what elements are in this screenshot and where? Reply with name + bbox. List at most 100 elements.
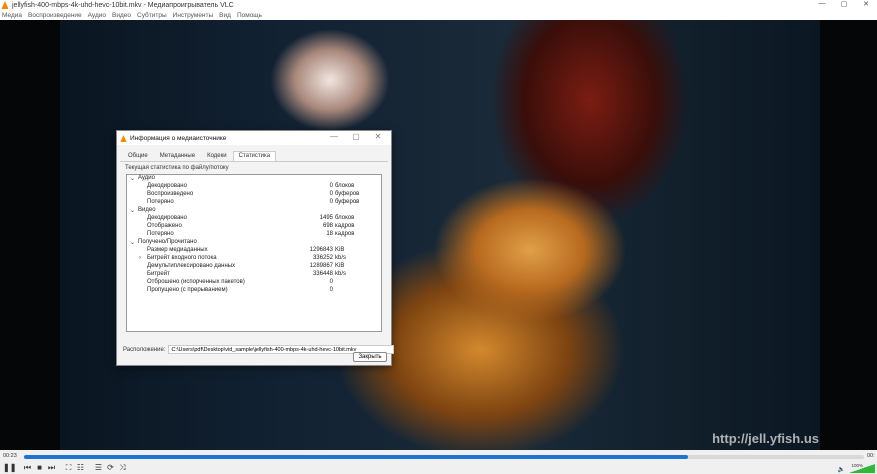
chevron-right-icon[interactable]: › xyxy=(139,255,141,261)
volume-slider[interactable] xyxy=(849,464,875,473)
vlc-logo-icon xyxy=(1,1,9,9)
tree-row: › Битрейт входного потока 336252 kb/s xyxy=(127,255,381,263)
dialog-close-icon[interactable]: ✕ xyxy=(367,132,389,141)
speaker-icon[interactable]: 🔈 xyxy=(838,466,845,473)
chevron-down-icon[interactable]: ⌄ xyxy=(130,239,135,246)
stop-button[interactable]: ■ xyxy=(35,463,44,472)
location-label: Расположение: xyxy=(123,346,166,353)
menu-item[interactable]: Помощь xyxy=(237,12,262,19)
chevron-down-icon[interactable]: ⌄ xyxy=(130,175,135,182)
group-label: Получено/Прочитано xyxy=(138,239,197,245)
tree-row: Воспроизведено 0 буферов xyxy=(127,191,381,199)
stats-caption: Текущая статистика по файлу/потоку xyxy=(125,165,229,171)
menu-item[interactable]: Видео xyxy=(112,12,131,19)
menu-item[interactable]: Инструменты xyxy=(173,12,214,19)
stat-label: Потеряно xyxy=(147,199,174,205)
stat-label: Демультиплексировано данных xyxy=(147,263,236,269)
tab-bar: Общие Метаданные Кодеки Статистика xyxy=(122,151,391,161)
stat-value: 0 xyxy=(329,199,333,205)
tab-0[interactable]: Общие xyxy=(122,151,154,161)
stat-label: Пропущено (с прерыванием) xyxy=(147,287,228,293)
stat-unit: кадров xyxy=(335,223,355,229)
stat-label: Отображено xyxy=(147,223,182,229)
video-watermark: http://jell.yfish.us xyxy=(712,431,819,446)
tab-3[interactable]: Статистика xyxy=(232,151,277,161)
stat-value: 336448 xyxy=(312,271,333,277)
remaining-time[interactable]: 00: xyxy=(867,453,875,459)
vlc-logo-icon xyxy=(120,134,127,142)
tree-row: Размер медиаданных 1296843 KiB xyxy=(127,247,381,255)
tree-group[interactable]: ⌄ Аудио xyxy=(127,175,381,183)
seek-bar[interactable] xyxy=(24,455,864,459)
stat-label: Потеряно xyxy=(147,231,174,237)
chevron-down-icon[interactable]: ⌄ xyxy=(130,207,135,214)
loop-button[interactable]: ⟳ xyxy=(106,463,115,472)
extended-settings-button[interactable]: ☷ xyxy=(76,463,85,472)
stat-label: Декодировано xyxy=(147,183,187,189)
stat-value: 1289867 xyxy=(309,263,333,269)
tree-group[interactable]: ⌄ Получено/Прочитано xyxy=(127,239,381,247)
stat-label: Битрейт входного потока xyxy=(147,255,217,261)
stat-unit: буферов xyxy=(335,191,360,197)
stat-unit: kb/s xyxy=(335,271,347,277)
previous-button[interactable]: ⏮ xyxy=(23,463,32,472)
close-window-button[interactable]: ✕ xyxy=(855,0,877,8)
stat-value: 1296843 xyxy=(309,247,333,253)
menu-item[interactable]: Воспроизведение xyxy=(28,12,82,19)
player-controls: 00:23 00: ❚❚ ⏮ ■ ⏭ ⛶ ☷ ☰ ⟳ ⤨ 🔈 100% xyxy=(0,450,877,474)
stat-value: 336252 xyxy=(312,255,333,261)
tree-row: Декодировано 1495 блоков xyxy=(127,215,381,223)
group-label: Видео xyxy=(138,207,156,213)
next-button[interactable]: ⏭ xyxy=(47,463,56,472)
dialog-title-bar: Информация о медиаисточнике — ▢ ✕ xyxy=(117,131,391,145)
elapsed-time: 00:23 xyxy=(3,453,17,459)
shuffle-button[interactable]: ⤨ xyxy=(118,463,127,472)
stat-unit: KiB xyxy=(335,247,345,253)
menu-item[interactable]: Аудио xyxy=(88,12,106,19)
stat-value: 0 xyxy=(329,287,333,293)
minimize-button[interactable]: — xyxy=(811,0,833,8)
stat-unit: kb/s xyxy=(335,255,347,261)
menu-item[interactable]: Вид xyxy=(219,12,231,19)
tree-row: Потеряно 0 буферов xyxy=(127,199,381,207)
stat-label: Отброшено (испорченных пакетов) xyxy=(147,279,245,285)
stats-tree[interactable]: ⌄ Аудио Декодировано 0 блоков Воспроизведено 0… xyxy=(126,174,382,332)
pause-button[interactable]: ❚❚ xyxy=(3,463,16,472)
menu-bar: Медиа Воспроизведение Аудио Видео Субтитры Ин… xyxy=(0,10,877,20)
fullscreen-button[interactable]: ⛶ xyxy=(64,463,73,472)
stat-unit: блоков xyxy=(335,215,355,221)
stat-value: 0 xyxy=(329,279,333,285)
tree-row: Демультиплексировано данных 1289867 KiB xyxy=(127,263,381,271)
tree-row: Потеряно 18 кадров xyxy=(127,231,381,239)
stat-label: Битрейт xyxy=(147,271,170,277)
stat-unit: буферов xyxy=(335,199,360,205)
stat-unit: кадров xyxy=(335,231,355,237)
stat-label: Декодировано xyxy=(147,215,187,221)
menu-item[interactable]: Субтитры xyxy=(137,12,167,19)
stat-value: 1495 xyxy=(319,215,333,221)
playlist-button[interactable]: ☰ xyxy=(94,463,103,472)
stat-label: Размер медиаданных xyxy=(147,247,208,253)
tree-row: Декодировано 0 блоков xyxy=(127,183,381,191)
stat-unit: KiB xyxy=(335,263,345,269)
window-title: jellyfish-400-mbps-4k-uhd-hevc-10bit.mkv… xyxy=(12,1,234,9)
dialog-minimize-button[interactable]: — xyxy=(323,132,345,141)
tree-row: Битрейт 336448 kb/s xyxy=(127,271,381,279)
tree-row: Отображено 698 кадров xyxy=(127,223,381,231)
statistics-panel: Текущая статистика по файлу/потоку ⌄ Ауди… xyxy=(120,161,395,355)
tree-row: Отброшено (испорченных пакетов) 0 xyxy=(127,279,381,287)
tab-1[interactable]: Метаданные xyxy=(154,151,201,161)
stat-label: Воспроизведено xyxy=(147,191,194,197)
tab-2[interactable]: Кодеки xyxy=(201,151,233,161)
tree-group[interactable]: ⌄ Видео xyxy=(127,207,381,215)
media-info-dialog: Информация о медиаисточнике — ▢ ✕ Общие М… xyxy=(116,130,395,366)
maximize-button[interactable]: ▢ xyxy=(833,0,855,8)
group-label: Аудио xyxy=(138,175,155,181)
menu-item[interactable]: Медиа xyxy=(2,12,22,19)
dialog-maximize-button[interactable]: ▢ xyxy=(345,132,367,141)
tree-row: Пропущено (с прерыванием) 0 xyxy=(127,287,381,295)
stat-value: 0 xyxy=(329,183,333,189)
dialog-title: Информация о медиаисточнике xyxy=(130,134,227,142)
stat-value: 18 xyxy=(326,231,333,237)
close-button[interactable]: Закрыть xyxy=(353,352,387,362)
